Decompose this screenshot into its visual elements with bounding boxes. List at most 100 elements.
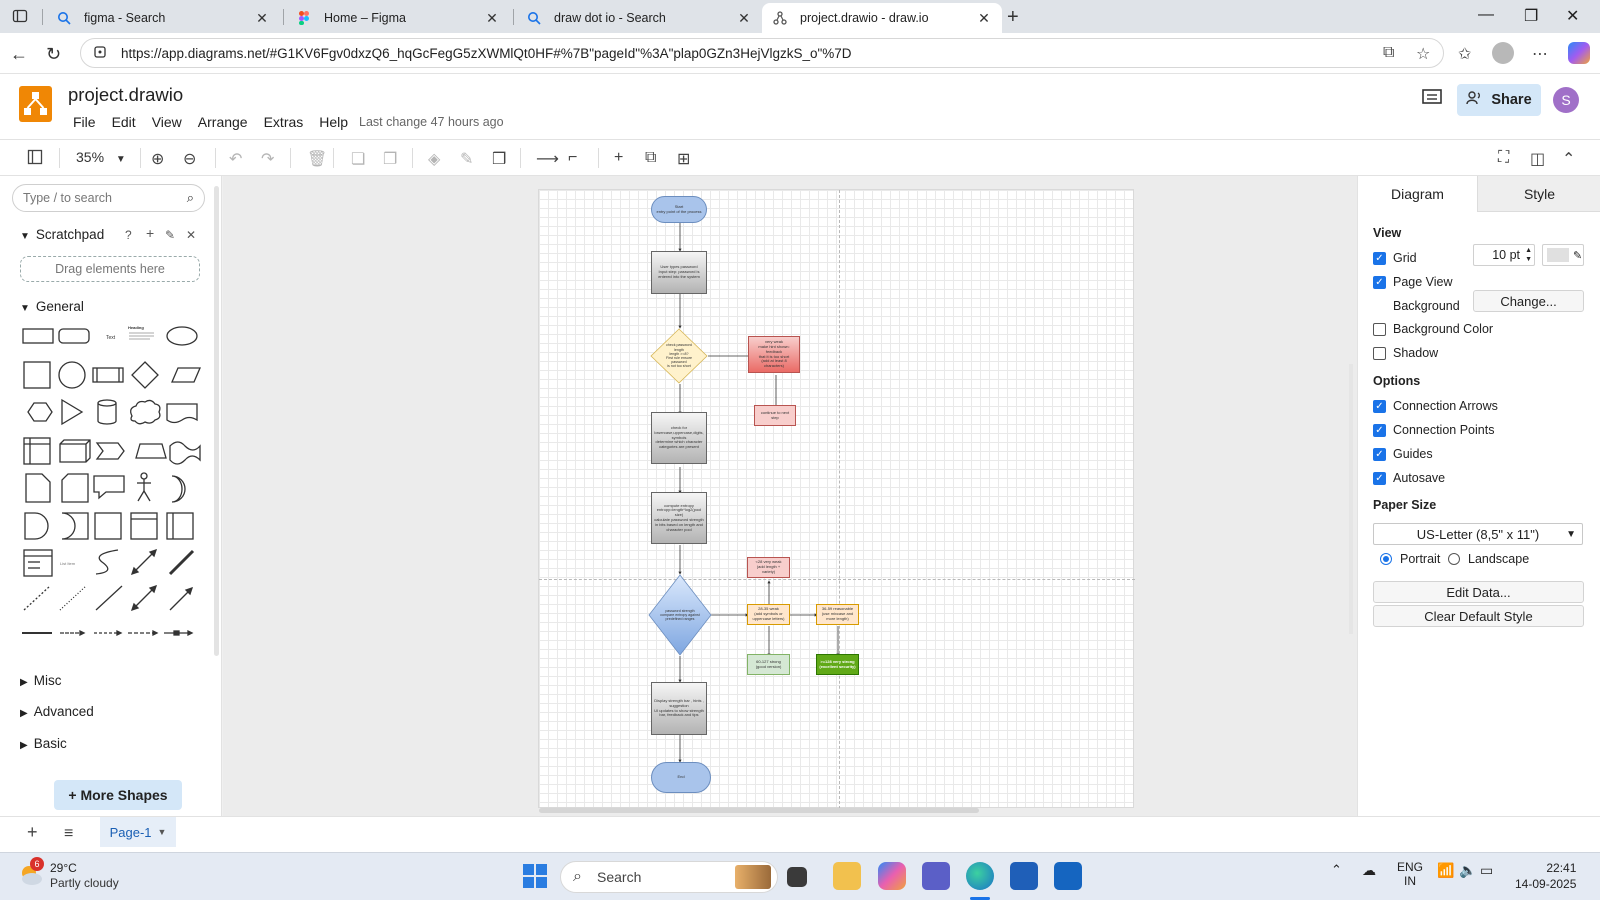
close-icon[interactable]: ✕ (186, 228, 196, 242)
tab-diagram[interactable]: Diagram (1358, 176, 1477, 212)
delete-icon[interactable]: 🗑 (307, 149, 327, 169)
node-password-strength[interactable]: password strength compare entropy agains… (648, 574, 712, 656)
connection-arrows-checkbox-row[interactable]: ✓ Connection Arrows (1373, 399, 1498, 413)
node-strong-range[interactable]: 60-127 strong (good version) (747, 654, 790, 675)
landscape-radio-row[interactable]: Landscape (1448, 552, 1529, 566)
connection-arrow-icon[interactable]: ⟶ (536, 149, 559, 169)
insert-table-icon[interactable]: ⊞ (677, 149, 690, 169)
waypoints-icon[interactable]: ⌐ (568, 149, 577, 167)
node-check-characters[interactable]: check for lowercase,uppercase,digits, sy… (651, 412, 707, 464)
node-end[interactable]: End (651, 762, 711, 793)
url-field[interactable]: https://app.diagrams.net/#G1KV6Fgv0dxzQ6… (80, 38, 1444, 68)
last-change-status[interactable]: Last change 47 hours ago (359, 115, 504, 129)
shape-search-input[interactable]: Type / to search ⌕ (12, 184, 205, 212)
node-continue[interactable]: continue to next step (754, 405, 796, 426)
language-indicator[interactable]: ENG IN (1397, 860, 1423, 888)
checkbox-unchecked-icon[interactable] (1373, 346, 1386, 360)
node-compute-entropy[interactable]: compute entropy entropy=length*log2(pool… (651, 492, 707, 544)
connection-points-checkbox-row[interactable]: ✓ Connection Points (1373, 423, 1494, 437)
favorites-icon[interactable]: ✩ (1458, 44, 1471, 64)
fullscreen-icon[interactable]: ⛶ (1498, 149, 1509, 167)
browser-tab-figma-search[interactable]: figma - Search ✕ (46, 3, 280, 33)
edit-icon[interactable]: ✎ (165, 228, 175, 242)
favorite-star-icon[interactable]: ☆ (1416, 44, 1430, 64)
scratchpad-header[interactable]: ▼ Scratchpad (20, 227, 104, 242)
zoom-out-icon[interactable]: ⊖ (183, 149, 196, 169)
stepper-icon[interactable]: ▲ ▼ (1525, 246, 1532, 264)
clear-default-style-button[interactable]: Clear Default Style (1373, 605, 1584, 627)
scratchpad-dropzone[interactable]: Drag elements here (20, 256, 200, 282)
file-explorer-icon[interactable] (833, 862, 861, 890)
node-very-strong-range[interactable]: >=128 very strong (excellent security) (816, 654, 859, 675)
edge-browser-icon[interactable] (966, 862, 994, 890)
node-input-password[interactable]: User types password Input step: password… (651, 251, 707, 294)
close-window-icon[interactable]: ✕ (1566, 6, 1579, 26)
change-background-button[interactable]: Change... (1473, 290, 1584, 312)
copilot-app-icon[interactable] (878, 862, 906, 890)
grid-color-picker[interactable]: ✎ (1542, 244, 1584, 266)
menu-help[interactable]: Help (319, 114, 348, 130)
menu-edit[interactable]: Edit (112, 114, 136, 130)
vscode-like-app-icon[interactable] (1054, 862, 1082, 890)
refresh-icon[interactable]: ↻ (46, 44, 61, 65)
collapse-icon[interactable]: ⌃ (1562, 149, 1575, 169)
profile-icon[interactable] (1492, 42, 1514, 64)
weather-widget[interactable]: 6 (16, 857, 46, 892)
sidebar-scrollbar[interactable] (214, 186, 219, 656)
more-shapes-button[interactable]: + More Shapes (54, 780, 182, 810)
shadow-checkbox-row[interactable]: Shadow (1373, 346, 1438, 360)
menu-view[interactable]: View (152, 114, 182, 130)
grid-checkbox-row[interactable]: ✓ Grid (1373, 251, 1417, 265)
app-available-icon[interactable]: ⧉ (1383, 44, 1394, 62)
paper-size-select[interactable]: US-Letter (8,5" x 11") ▼ (1373, 523, 1583, 545)
checkbox-checked-icon[interactable]: ✓ (1373, 275, 1386, 289)
guides-checkbox-row[interactable]: ✓ Guides (1373, 447, 1433, 461)
general-header[interactable]: ▼ General (20, 299, 84, 314)
to-back-icon[interactable]: ❐ (383, 149, 397, 169)
checkbox-checked-icon[interactable]: ✓ (1373, 399, 1386, 413)
restore-icon[interactable]: ❐ (1524, 6, 1538, 26)
pages-menu-icon[interactable]: ≡ (64, 825, 73, 843)
tray-overflow-icon[interactable]: ⌃ (1331, 862, 1342, 878)
minimize-icon[interactable]: — (1478, 6, 1494, 24)
insert-shapes-icon[interactable]: ⧉ (645, 149, 656, 167)
radio-unselected-icon[interactable] (1448, 553, 1460, 565)
node-start[interactable]: Start entry point of the process (651, 196, 707, 223)
system-clock[interactable]: 22:41 14-09-2025 (1515, 860, 1576, 892)
checkbox-checked-icon[interactable]: ✓ (1373, 251, 1386, 265)
node-moderate-range[interactable]: 36-59 reasonable (use mixcase and more l… (816, 604, 859, 625)
basic-header[interactable]: ▶ Basic (20, 736, 67, 751)
background-color-checkbox-row[interactable]: Background Color (1373, 322, 1493, 336)
diagram-canvas[interactable]: Start entry point of the process User ty… (223, 176, 1357, 816)
browser-tab-drawio-search[interactable]: draw dot io - Search ✕ (516, 3, 762, 33)
copilot-icon[interactable] (1568, 42, 1590, 64)
tab-actions-icon[interactable] (12, 8, 28, 24)
checkbox-unchecked-icon[interactable] (1373, 322, 1386, 336)
node-fair-range[interactable]: 28-35 weak (add symbols or uppercase let… (747, 604, 790, 625)
volume-icon[interactable]: 🔈 (1459, 862, 1476, 879)
file-name[interactable]: project.drawio (68, 84, 183, 106)
radio-selected-icon[interactable] (1380, 553, 1392, 565)
add-icon[interactable]: + (146, 225, 154, 241)
checkbox-checked-icon[interactable]: ✓ (1373, 423, 1386, 437)
edit-data-button[interactable]: Edit Data... (1373, 581, 1584, 603)
checkbox-checked-icon[interactable]: ✓ (1373, 447, 1386, 461)
zoom-in-icon[interactable]: ⊕ (151, 149, 164, 169)
line-color-icon[interactable]: ✎ (460, 149, 473, 169)
zoom-dropdown[interactable]: 35% ▼ (76, 149, 126, 165)
task-view-icon[interactable] (787, 867, 807, 887)
share-button[interactable]: Share (1457, 84, 1541, 116)
panel-layout-icon[interactable]: ◫ (1530, 149, 1545, 169)
windows-start-icon[interactable] (522, 863, 550, 891)
page-tab[interactable]: Page-1 ▼ (100, 817, 176, 847)
fill-color-icon[interactable]: ◈ (428, 149, 440, 169)
add-page-icon[interactable]: + (27, 822, 38, 843)
back-icon[interactable]: ← (10, 44, 28, 65)
node-very-weak[interactable]: very weak make hint shown: feedback that… (748, 336, 800, 373)
canvas-vertical-scrollbar[interactable] (1349, 364, 1353, 634)
taskbar-search[interactable]: ⌕ Search (560, 861, 778, 893)
format-panel-toggle-icon[interactable] (27, 149, 43, 170)
autosave-checkbox-row[interactable]: ✓ Autosave (1373, 471, 1445, 485)
node-check-length[interactable]: check password length length >=8? First … (650, 328, 708, 384)
canvas-horizontal-scrollbar[interactable] (539, 808, 979, 813)
